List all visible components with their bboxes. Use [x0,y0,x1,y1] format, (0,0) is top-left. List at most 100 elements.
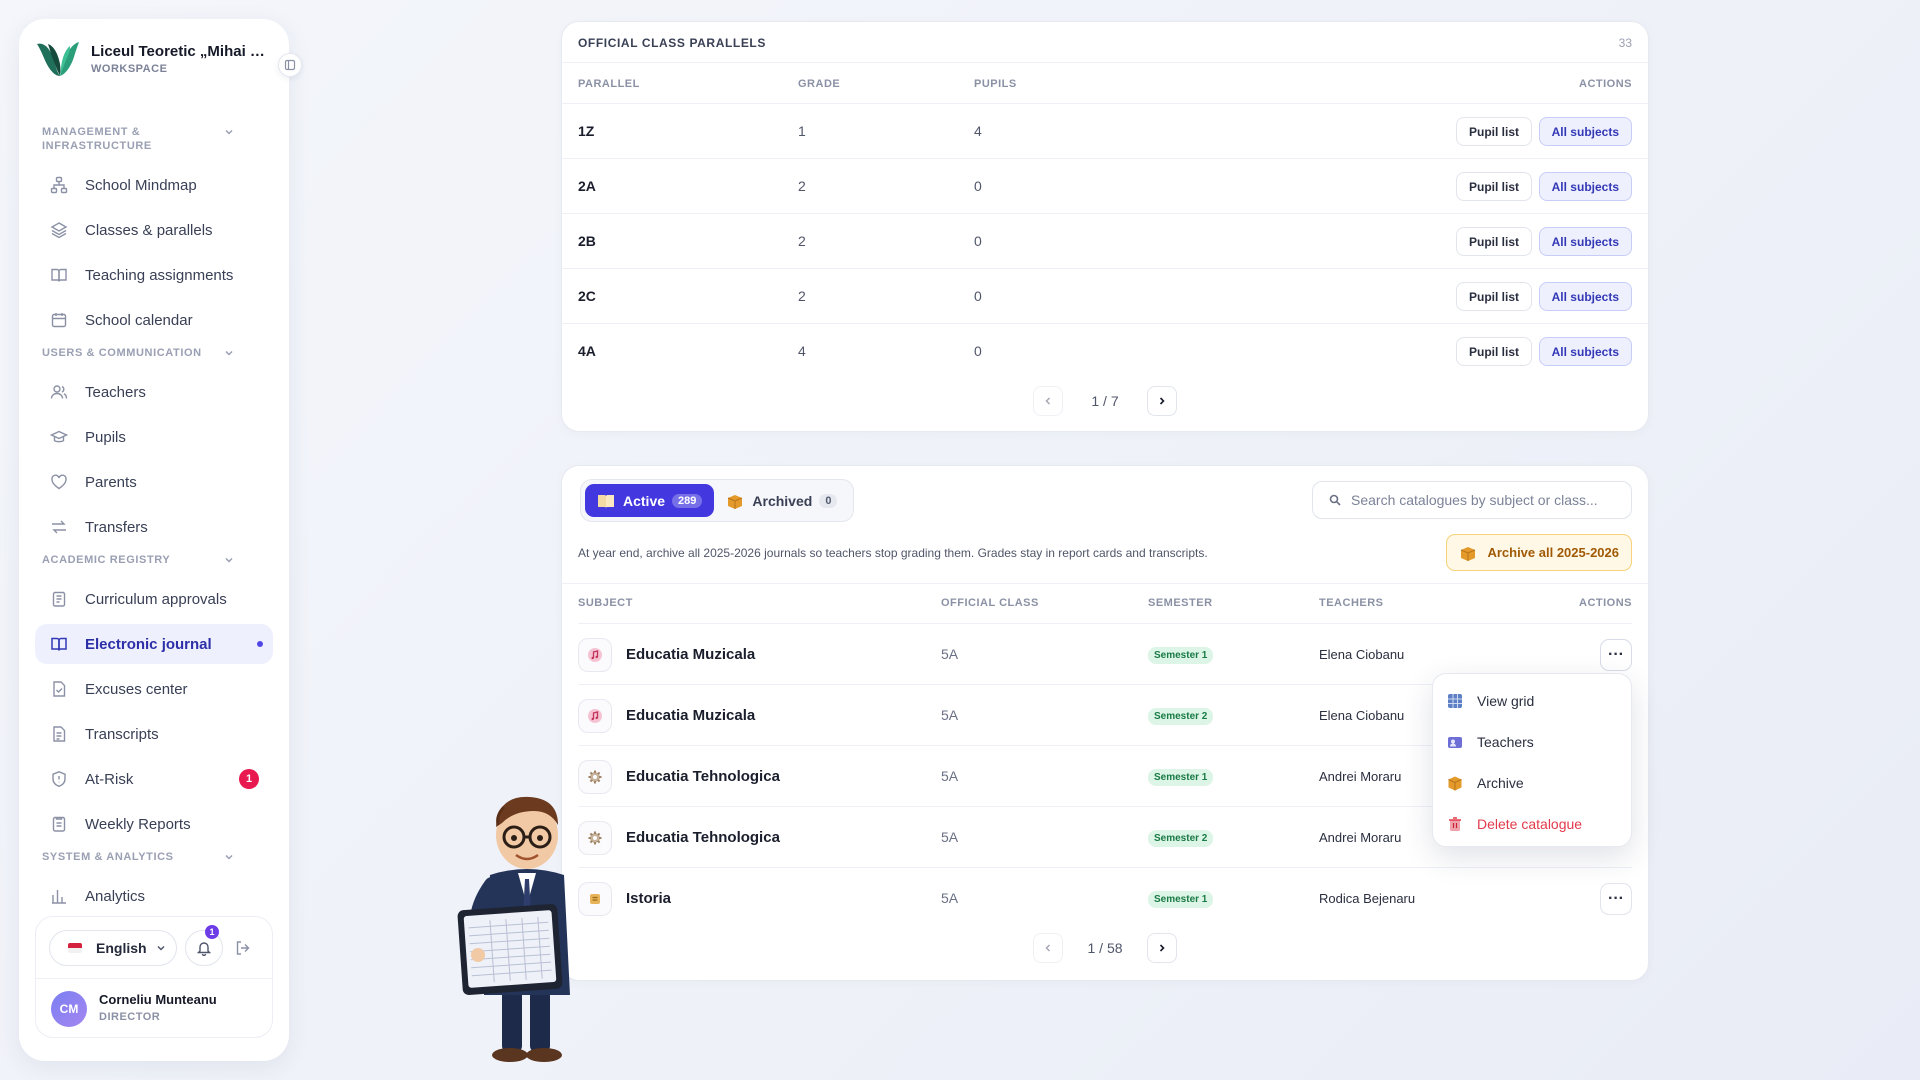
parallels-title: OFFICIAL CLASS PARALLELS [578,36,766,50]
sidebar-item-label: At-Risk [85,770,134,788]
teacher-cell: Andrei Moraru [1319,769,1402,784]
menu-item-label: View grid [1477,692,1535,709]
section-system[interactable]: SYSTEM & ANALYTICS [35,850,245,864]
sidebar-nav: MANAGEMENT & INFRASTRUCTURE School Mindm… [35,125,273,916]
section-title: USERS & COMMUNICATION [42,347,202,359]
more-actions-button[interactable]: ··· [1600,639,1632,671]
pupil-list-button[interactable]: Pupil list [1455,117,1532,146]
teacher-cell: Andrei Moraru [1319,830,1402,845]
tab-count: 0 [819,493,838,508]
sidebar-item-parents[interactable]: Parents [35,462,273,502]
chevron-down-icon [225,854,233,860]
menu-item-teachers[interactable]: Teachers [1433,721,1631,762]
class-cell: 5A [941,890,959,906]
grade-cell: 2 [798,178,806,194]
grade-cell: 4 [798,343,806,359]
column-header-semester: SEMESTER [1148,597,1213,609]
section-academic[interactable]: ACADEMIC REGISTRY [35,553,245,567]
file-check-icon [49,679,69,699]
search-input[interactable]: Search catalogues by subject or class... [1312,481,1632,519]
class-cell: 5A [941,646,959,662]
sidebar-item-label: Weekly Reports [85,815,191,833]
prev-page-button[interactable] [1033,386,1063,416]
chevron-down-icon [225,129,233,135]
sidebar-item-analytics[interactable]: Analytics [35,876,273,916]
teacher-cell: Elena Ciobanu [1319,708,1405,723]
chevron-right-icon [1159,397,1165,405]
column-header-actions: ACTIONS [1579,597,1632,609]
user-profile[interactable]: CM Corneliu Munteanu DIRECTOR [36,978,272,1038]
section-title: SYSTEM & ANALYTICS [42,851,174,863]
all-subjects-button[interactable]: All subjects [1538,227,1632,256]
sidebar-item-label: Excuses center [85,680,188,698]
notifications-button[interactable]: 1 [185,925,223,966]
subject-name: Educatia Tehnologica [626,768,780,785]
sidebar-item-teachers[interactable]: Teachers [35,372,273,412]
pupil-list-button[interactable]: Pupil list [1455,172,1532,201]
all-subjects-button[interactable]: All subjects [1538,117,1632,146]
sidebar: Liceul Teoretic „Mihai Eminescu” WORKSPA… [19,19,289,1061]
divider [562,583,1648,584]
tab-active[interactable]: Active 289 [585,484,715,517]
section-users[interactable]: USERS & COMMUNICATION [35,346,245,360]
menu-item-archive[interactable]: Archive [1433,762,1631,803]
sidebar-item-pupils[interactable]: Pupils [35,417,273,457]
next-page-button[interactable] [1147,386,1177,416]
sidebar-item-teaching-assignments[interactable]: Teaching assignments [35,255,273,295]
sidebar-item-electronic-journal[interactable]: Electronic journal [35,624,273,664]
report-icon [49,814,69,834]
all-subjects-button[interactable]: All subjects [1538,337,1632,366]
section-management[interactable]: MANAGEMENT & INFRASTRUCTURE [35,125,245,153]
catalogue-tabs: Active 289 Archived 0 [580,479,855,522]
pupil-list-button[interactable]: Pupil list [1455,282,1532,311]
menu-item-view-grid[interactable]: View grid [1433,680,1631,721]
pupil-list-button[interactable]: Pupil list [1455,337,1532,366]
pupils-cell: 0 [974,233,982,249]
tab-label: Active [623,492,666,509]
prev-page-button[interactable] [1033,933,1063,963]
sidebar-item-weekly-reports[interactable]: Weekly Reports [35,804,273,844]
sidebar-item-school-mindmap[interactable]: School Mindmap [35,165,273,205]
sidebar-item-transfers[interactable]: Transfers [35,507,273,547]
sidebar-item-transcripts[interactable]: Transcripts [35,714,273,754]
divider [562,62,1648,63]
chevron-left-icon [1045,944,1051,952]
sidebar-item-label: School Mindmap [85,176,197,194]
sidebar-item-label: Classes & parallels [85,221,213,239]
all-subjects-button[interactable]: All subjects [1538,172,1632,201]
sidebar-item-label: School calendar [85,311,193,329]
logout-icon[interactable] [234,939,252,957]
sidebar-item-excuses-center[interactable]: Excuses center [35,669,273,709]
page-indicator: 1 / 58 [1087,940,1123,956]
table-row[interactable]: Istoria 5A Semester 1 Rodica Bejenaru ··… [578,867,1632,928]
language-selector[interactable]: English [49,930,177,966]
search-placeholder: Search catalogues by subject or class... [1351,492,1598,508]
tab-archived[interactable]: Archived 0 [714,484,849,517]
music-icon [578,699,612,733]
next-page-button[interactable] [1147,933,1177,963]
all-subjects-button[interactable]: All subjects [1538,282,1632,311]
sidebar-item-curriculum-approvals[interactable]: Curriculum approvals [35,579,273,619]
pupil-list-button[interactable]: Pupil list [1455,227,1532,256]
column-header-pupils: PUPILS [974,78,1017,90]
sidebar-item-classes-parallels[interactable]: Classes & parallels [35,210,273,250]
hierarchy-icon [49,175,69,195]
flag-icon [68,943,82,953]
sidebar-item-school-calendar[interactable]: School calendar [35,300,273,340]
table-row: 2B 2 0 Pupil list All subjects [562,213,1648,268]
archive-all-button[interactable]: Archive all 2025-2026 [1446,534,1632,571]
column-header-parallel: PARALLEL [578,78,640,90]
chevron-down-icon [157,945,165,951]
semester-badge: Semester 2 [1148,830,1214,847]
book-open-icon [49,265,69,285]
chevron-down-icon [225,350,233,356]
menu-item-delete-catalogue[interactable]: Delete catalogue [1433,803,1631,844]
semester-badge: Semester 2 [1148,708,1214,725]
brand[interactable]: Liceul Teoretic „Mihai Eminescu” WORKSPA… [34,38,274,80]
menu-item-label: Delete catalogue [1477,815,1583,832]
more-actions-button[interactable]: ··· [1600,883,1632,915]
collapse-sidebar-button[interactable] [278,53,302,77]
chevron-left-icon [1045,397,1051,405]
sidebar-item-at-risk[interactable]: At-Risk 1 [35,759,273,799]
archive-all-label: Archive all 2025-2026 [1487,545,1619,560]
